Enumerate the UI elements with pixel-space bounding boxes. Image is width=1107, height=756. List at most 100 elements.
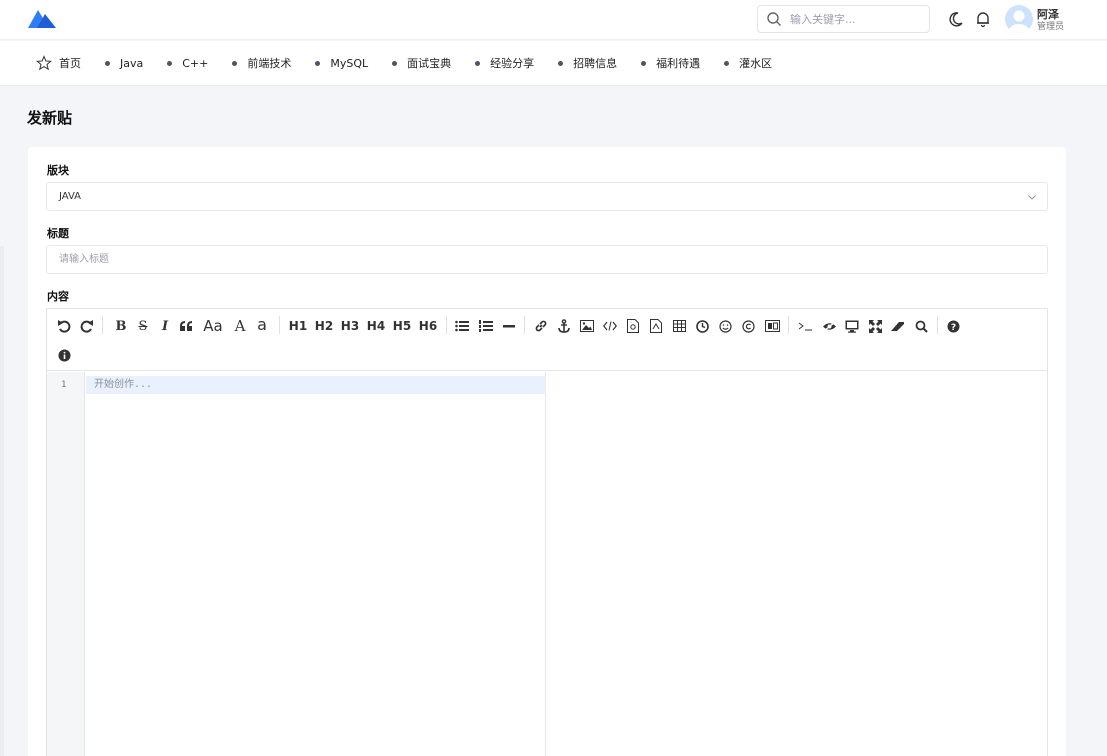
redo-icon[interactable] — [79, 316, 95, 336]
toolbar-divider — [446, 316, 447, 334]
left-rail — [0, 246, 4, 756]
content-label: 内容 — [47, 290, 69, 303]
preview-icon[interactable] — [844, 316, 860, 336]
post-form-card: 版块 JAVA 标题 内容 B S I Aa A a — [28, 147, 1066, 756]
fullscreen-icon[interactable] — [867, 316, 883, 336]
watch-icon[interactable] — [821, 316, 837, 336]
bullet-icon — [105, 60, 110, 66]
bullet-icon — [724, 60, 730, 66]
title-label: 标题 — [47, 227, 69, 240]
title-input[interactable] — [46, 245, 1048, 274]
preformatted-icon[interactable] — [648, 316, 664, 336]
nav-item-experience[interactable]: 经验分享 — [475, 55, 534, 71]
line-number-gutter: 1 — [47, 372, 85, 756]
nav-item-label: Java — [120, 56, 144, 70]
toolbar-divider — [788, 316, 789, 334]
h6-icon[interactable]: H6 — [417, 316, 439, 336]
help-icon[interactable]: ? — [945, 316, 961, 336]
bell-icon[interactable] — [974, 10, 992, 28]
clear-icon[interactable] — [890, 316, 906, 336]
search-icon[interactable] — [766, 11, 782, 27]
info-icon[interactable] — [56, 345, 72, 365]
category-nav: 首页 Java C++ 前端技术 MySQL 面试宝典 经验分享 招聘信息 福利… — [0, 41, 1107, 86]
table-icon[interactable] — [671, 316, 687, 336]
bold-icon[interactable]: B — [113, 316, 129, 336]
line-number: 1 — [61, 380, 67, 390]
h2-icon[interactable]: H2 — [313, 316, 335, 336]
user-role: 管理员 — [1037, 22, 1065, 32]
section-label: 版块 — [47, 164, 69, 177]
nav-item-interview[interactable]: 面试宝典 — [392, 55, 451, 71]
nav-item-cpp[interactable]: C++ — [167, 57, 208, 70]
bullet-icon — [641, 60, 647, 66]
search-input[interactable]: 输入关键字... — [790, 11, 856, 27]
toolbar-divider — [524, 316, 525, 334]
datetime-icon[interactable] — [694, 316, 710, 336]
code-icon[interactable] — [602, 316, 618, 336]
svg-text:?: ? — [950, 323, 955, 333]
nav-item-java[interactable]: Java — [105, 57, 143, 70]
bullet-icon — [232, 60, 238, 66]
h3-icon[interactable]: H3 — [339, 316, 361, 336]
markdown-editor: B S I Aa A a H1 H2 H3 H4 H5 H6 ? 1 开始创作.… — [46, 308, 1048, 756]
h1-icon[interactable]: H1 — [287, 316, 309, 336]
nav-item-label: 福利待遇 — [656, 57, 701, 70]
nav-item-jobs[interactable]: 招聘信息 — [558, 55, 617, 71]
horizontal-rule-icon[interactable] — [501, 316, 517, 336]
avatar-icon — [1008, 10, 1030, 33]
nav-item-home[interactable]: 首页 — [36, 55, 81, 71]
toolbar-divider — [102, 316, 103, 334]
nav-item-label: C++ — [182, 56, 209, 70]
search-icon[interactable] — [913, 316, 929, 336]
markdown-input-pane[interactable]: 开始创作... — [86, 372, 546, 756]
section-select-value: JAVA — [59, 191, 82, 202]
anchor-icon[interactable] — [556, 316, 572, 336]
pagebreak-icon[interactable] — [763, 316, 781, 336]
html-entities-icon[interactable] — [740, 316, 756, 336]
code-block-icon[interactable] — [625, 316, 641, 336]
top-header: 输入关键字... 阿泽 管理员 — [0, 0, 1107, 40]
bullet-icon — [475, 60, 481, 66]
editor-placeholder[interactable]: 开始创作... — [86, 376, 546, 394]
nav-item-benefits[interactable]: 福利待遇 — [641, 55, 700, 71]
nav-item-label: 经验分享 — [490, 57, 535, 70]
terminal-icon[interactable] — [796, 316, 814, 336]
nav-item-label: 前端技术 — [247, 57, 292, 70]
emoji-icon[interactable] — [717, 316, 733, 336]
nav-item-mysql[interactable]: MySQL — [315, 57, 368, 70]
h5-icon[interactable]: H5 — [391, 316, 413, 336]
ordered-list-icon[interactable] — [478, 316, 494, 336]
nav-item-chat[interactable]: 灌水区 — [724, 55, 772, 71]
link-icon[interactable] — [533, 316, 549, 336]
markdown-preview-pane — [547, 372, 1047, 756]
image-icon[interactable] — [579, 316, 595, 336]
strikethrough-icon[interactable]: S — [135, 316, 151, 336]
bullet-icon — [315, 60, 321, 66]
uppercase-icon[interactable]: Aa — [201, 316, 225, 336]
star-icon — [36, 55, 52, 71]
nav-item-label: 面试宝典 — [407, 57, 452, 70]
avatar[interactable] — [1005, 5, 1033, 33]
search-box[interactable]: 输入关键字... — [757, 5, 930, 33]
nav-item-frontend[interactable]: 前端技术 — [232, 55, 291, 71]
editor-toolbar: B S I Aa A a H1 H2 H3 H4 H5 H6 ? — [47, 309, 1047, 371]
bullet-icon — [167, 60, 173, 66]
capitalize-icon[interactable]: A — [232, 316, 248, 336]
chevron-down-icon — [1028, 195, 1036, 200]
nav-item-label: 灌水区 — [739, 57, 773, 70]
toolbar-divider — [279, 316, 280, 334]
lowercase-icon[interactable]: a — [254, 315, 270, 335]
moon-icon[interactable] — [947, 10, 965, 28]
italic-icon[interactable]: I — [157, 316, 173, 336]
nav-item-label: 首页 — [59, 57, 81, 70]
logo-icon[interactable] — [28, 8, 56, 28]
h4-icon[interactable]: H4 — [365, 316, 387, 336]
section-select[interactable]: JAVA — [46, 182, 1048, 211]
undo-icon[interactable] — [56, 316, 72, 336]
nav-item-label: MySQL — [330, 56, 369, 70]
page-title: 发新贴 — [27, 109, 73, 127]
toolbar-divider — [937, 316, 938, 334]
quote-icon[interactable] — [178, 316, 194, 336]
bullet-icon — [392, 60, 398, 66]
unordered-list-icon[interactable] — [454, 316, 470, 336]
